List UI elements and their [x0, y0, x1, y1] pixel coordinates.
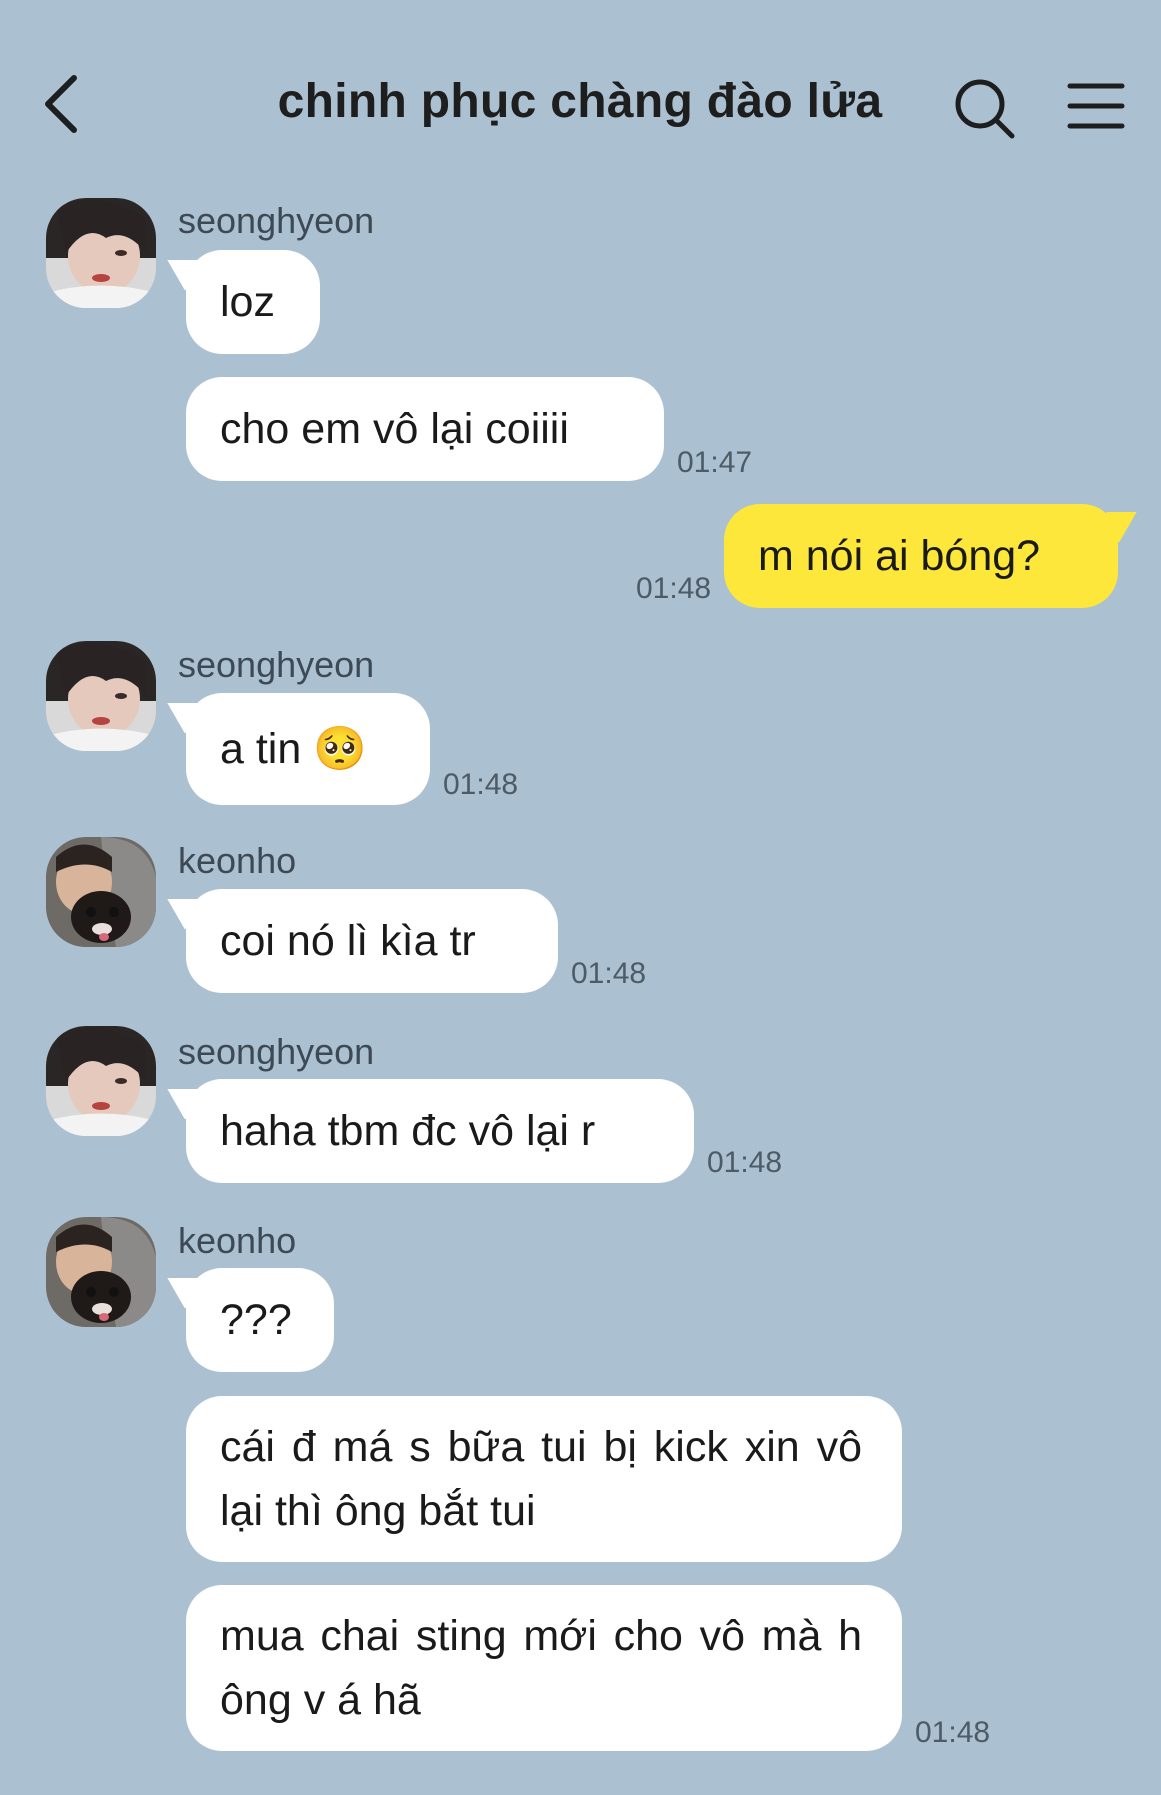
back-button[interactable] [38, 68, 98, 140]
message-bubble[interactable]: loz [186, 250, 320, 354]
message-time: 01:47 [677, 446, 753, 479]
message-text: m nói ai bóng? [758, 532, 1041, 580]
message-time: 01:48 [636, 572, 712, 605]
message-bubble[interactable]: cái đ má s bữa tui bị kick xin vô lại th… [186, 1396, 902, 1562]
message-time: 01:48 [915, 1716, 991, 1749]
search-icon [955, 79, 1015, 139]
message-text: cho em vô lại coiiii [220, 405, 569, 453]
avatar-keonho[interactable] [46, 1217, 156, 1327]
avatar-seonghyeon[interactable] [46, 641, 156, 751]
sender-name: seonghyeon [178, 644, 375, 685]
message-text: haha tbm đc vô lại r [220, 1107, 596, 1155]
avatar-seonghyeon[interactable] [46, 198, 156, 308]
message-text: a tin 🥺 [220, 725, 367, 773]
chat-header: chinh phục chàng đào lửa [0, 0, 1161, 190]
search-button[interactable] [950, 74, 1020, 144]
sender-name: keonho [178, 1220, 297, 1261]
sender-name: seonghyeon [178, 200, 375, 241]
message-bubble[interactable]: coi nó lì kìa tr [186, 889, 558, 993]
hamburger-menu-icon [1067, 83, 1125, 129]
message-text: mua chai sting mới cho vô mà h ông v á h… [220, 1612, 862, 1724]
chat-title: chinh phục chàng đào lửa [277, 75, 883, 128]
message-text: cái đ má s bữa tui bị kick xin vô lại th… [220, 1423, 862, 1535]
sender-name: keonho [178, 840, 297, 881]
avatar-keonho[interactable] [46, 837, 156, 947]
avatar-seonghyeon[interactable] [46, 1026, 156, 1136]
message-bubble[interactable]: mua chai sting mới cho vô mà h ông v á h… [186, 1585, 902, 1751]
message-text: loz [220, 278, 275, 326]
message-bubble[interactable]: haha tbm đc vô lại r [186, 1079, 694, 1183]
message-bubble[interactable]: cho em vô lại coiiii [186, 377, 664, 481]
message-time: 01:48 [443, 768, 519, 801]
message-text: ??? [220, 1296, 292, 1344]
my-message-bubble[interactable]: m nói ai bóng? [724, 504, 1118, 608]
message-time: 01:48 [571, 957, 647, 990]
message-bubble[interactable]: a tin 🥺 [186, 693, 430, 805]
message-text: coi nó lì kìa tr [220, 917, 476, 965]
sender-name: seonghyeon [178, 1031, 375, 1072]
chevron-left-icon [45, 75, 77, 133]
message-time: 01:48 [707, 1146, 783, 1179]
message-bubble[interactable]: ??? [186, 1268, 334, 1372]
menu-button[interactable] [1064, 78, 1128, 134]
